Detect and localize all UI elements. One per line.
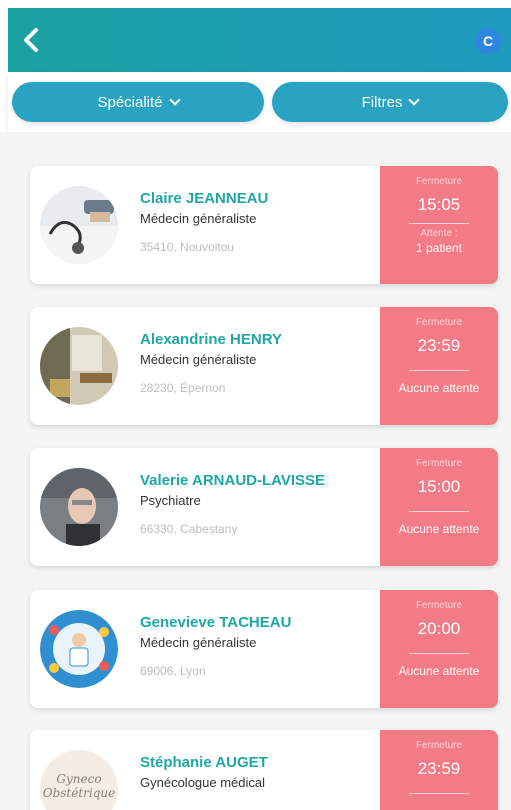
doctor-specialty: Gynécologue médical xyxy=(140,775,266,790)
status-divider xyxy=(409,793,469,794)
status-panel: Fermeture 20:00 Aucune attente xyxy=(380,590,498,708)
doctor-photo xyxy=(40,610,118,688)
filter-bar: Spécialité Filtres xyxy=(8,72,511,132)
app-header: C xyxy=(8,8,511,72)
doctor-name: Valerie ARNAUD-LAVISSE xyxy=(140,472,326,489)
closing-time: 15:05 xyxy=(417,195,461,214)
user-avatar[interactable]: C xyxy=(475,28,501,54)
wait-value: Aucune attente xyxy=(398,664,480,678)
closing-time: 23:59 xyxy=(417,336,461,355)
doctor-list: Claire JEANNEAU Médecin généraliste 3541… xyxy=(0,132,511,810)
chevron-down-icon xyxy=(168,94,181,106)
doctor-photo xyxy=(40,468,118,546)
status-divider xyxy=(409,223,469,224)
back-chevron-icon[interactable] xyxy=(22,26,50,54)
doctor-photo xyxy=(40,186,118,264)
doctor-location: 66330, Cabestany xyxy=(140,522,238,536)
doctor-card[interactable]: Gyneco Obstétrique Stéphanie AUGET Gynéc… xyxy=(30,730,498,810)
doctor-card[interactable]: Claire JEANNEAU Médecin généraliste 3541… xyxy=(30,166,498,284)
closing-label: Fermeture xyxy=(415,600,463,611)
doctor-info: Genevieve TACHEAU Médecin généraliste 69… xyxy=(140,614,380,678)
specialite-label: Spécialité xyxy=(97,93,163,111)
doctor-specialty: Médecin généraliste xyxy=(140,211,257,226)
status-panel: Fermeture 15:05 Attente : 1 patient xyxy=(380,166,498,284)
status-divider xyxy=(409,511,469,512)
doctor-location: 69006, Lyon xyxy=(140,664,206,678)
wait-value: 1 patient xyxy=(415,241,463,255)
doctor-info: Stéphanie AUGET Gynécologue médical xyxy=(140,754,380,804)
logo-text-line2: Obstétrique xyxy=(42,786,116,800)
doctor-name: Claire JEANNEAU xyxy=(140,190,269,207)
closing-label: Fermeture xyxy=(415,317,463,328)
wait-value: Aucune attente xyxy=(398,381,480,395)
doctor-info: Valerie ARNAUD-LAVISSE Psychiatre 66330,… xyxy=(140,472,380,536)
doctor-location: 35410, Nouvoitou xyxy=(140,240,235,254)
doctor-name: Genevieve TACHEAU xyxy=(140,614,292,631)
closing-label: Fermeture xyxy=(415,176,463,187)
status-panel: Fermeture 15:00 Aucune attente xyxy=(380,448,498,566)
doctor-name: Stéphanie AUGET xyxy=(140,754,268,771)
wait-value: Aucune attente xyxy=(398,522,480,536)
closing-time: 15:00 xyxy=(417,477,461,496)
doctor-location: 28230, Épernon xyxy=(140,381,226,395)
doctor-info: Alexandrine HENRY Médecin généraliste 28… xyxy=(140,331,380,395)
closing-label: Fermeture xyxy=(415,458,463,469)
gyneco-logo: Gyneco Obstétrique xyxy=(40,750,118,810)
filtres-label: Filtres xyxy=(361,93,403,111)
status-divider xyxy=(409,370,469,371)
filtres-dropdown-button[interactable]: Filtres xyxy=(272,82,508,122)
doctor-photo xyxy=(40,327,118,405)
doctor-specialty: Médecin généraliste xyxy=(140,635,257,650)
status-panel: Fermeture 23:59 Aucune attente xyxy=(380,307,498,425)
doctor-info: Claire JEANNEAU Médecin généraliste 3541… xyxy=(140,190,380,254)
wait-label: Attente : xyxy=(420,228,458,239)
logo-text-line1: Gyneco xyxy=(56,772,102,786)
chevron-down-icon xyxy=(408,94,421,106)
doctor-specialty: Médecin généraliste xyxy=(140,352,257,367)
status-panel: Fermeture 23:59 xyxy=(380,730,498,810)
status-divider xyxy=(409,653,469,654)
doctor-card[interactable]: Alexandrine HENRY Médecin généraliste 28… xyxy=(30,307,498,425)
doctor-card[interactable]: Valerie ARNAUD-LAVISSE Psychiatre 66330,… xyxy=(30,448,498,566)
closing-time: 23:59 xyxy=(417,759,461,778)
specialite-dropdown-button[interactable]: Spécialité xyxy=(12,82,264,122)
doctor-specialty: Psychiatre xyxy=(140,493,201,508)
closing-time: 20:00 xyxy=(417,619,461,638)
doctor-name: Alexandrine HENRY xyxy=(140,331,282,348)
doctor-card[interactable]: Genevieve TACHEAU Médecin généraliste 69… xyxy=(30,590,498,708)
closing-label: Fermeture xyxy=(415,740,463,751)
